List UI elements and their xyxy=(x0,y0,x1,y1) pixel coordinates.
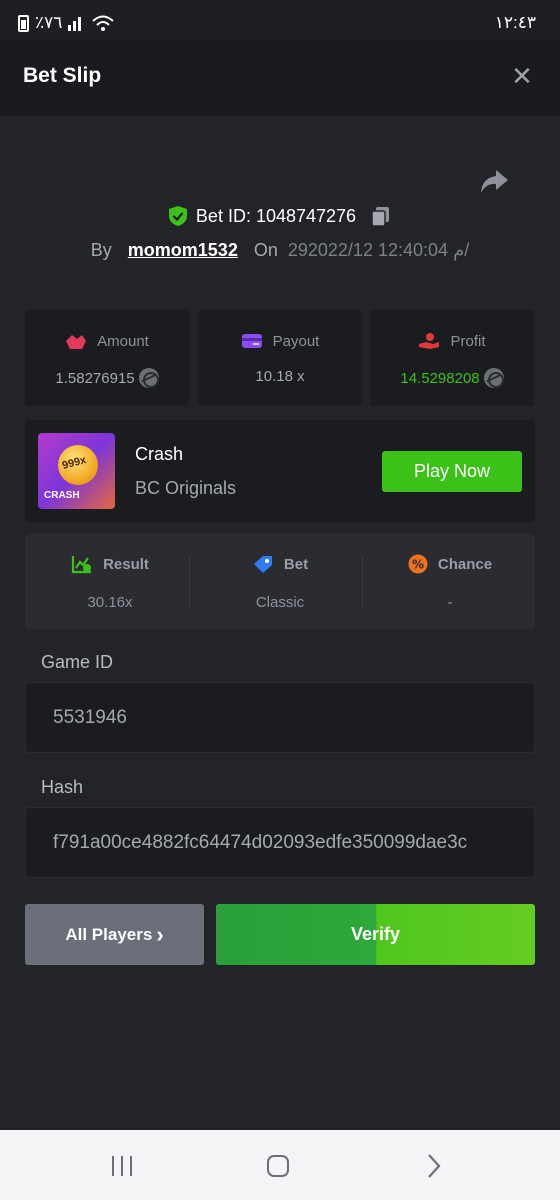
battery-percent: ٪٧٦ xyxy=(35,13,63,32)
info-result: Result 30.16x xyxy=(25,534,195,629)
play-now-button[interactable]: Play Now xyxy=(382,451,522,492)
info-result-value: 30.16x xyxy=(87,594,133,611)
hash-label: Hash xyxy=(41,777,84,797)
stat-payout-value: 10.18 x xyxy=(255,368,305,385)
system-nav-bar xyxy=(0,1130,560,1200)
coin-icon xyxy=(483,368,504,388)
bet-id-row: Bet ID: 1048747276 xyxy=(0,205,560,227)
thumb-multiplier: 999x xyxy=(60,454,88,472)
game-provider: BC Originals xyxy=(135,478,237,498)
status-time: ١٢:٤٣ xyxy=(494,13,536,32)
game-id-label: Game ID xyxy=(41,652,114,672)
recents-icon[interactable] xyxy=(108,1152,136,1180)
back-chevron-icon[interactable] xyxy=(420,1152,448,1180)
crash-ball-graphic: 999x xyxy=(58,445,98,485)
bet-info-card: Result 30.16x Bet Classic % Chance - xyxy=(25,534,535,629)
bet-author-row: By momom1532 On 29م 12:40:04 2022/12/ xyxy=(0,240,560,261)
status-bar: ٪٧٦ ١٢:٤٣ xyxy=(0,0,560,40)
stat-amount: Amount 1.58276915 xyxy=(25,310,189,406)
bet-id: Bet ID: 1048747276 xyxy=(195,205,357,226)
result-chart-icon xyxy=(71,556,92,574)
username-link[interactable]: momom1532 xyxy=(128,240,238,261)
info-bet: Bet Classic xyxy=(195,534,365,629)
game-thumbnail[interactable]: 999x CRASH xyxy=(38,433,115,509)
verified-shield-icon xyxy=(168,206,187,226)
modal-header: Bet Slip ✕ xyxy=(0,40,560,116)
bet-datetime: 29م 12:40:04 2022/12/ xyxy=(287,240,470,260)
divider xyxy=(362,556,363,608)
on-label: On xyxy=(253,240,278,260)
info-result-label: Result xyxy=(103,555,149,573)
close-icon[interactable]: ✕ xyxy=(510,63,534,89)
info-chance-label: Chance xyxy=(437,555,493,573)
chance-percent-icon: % xyxy=(408,554,428,574)
info-chance-value: - xyxy=(447,594,453,611)
signal-icon xyxy=(68,17,82,31)
info-bet-label: Bet xyxy=(283,555,309,573)
stat-amount-label: Amount xyxy=(97,332,149,350)
profit-hand-icon xyxy=(419,333,440,349)
info-bet-value: Classic xyxy=(255,594,305,611)
game-name: Crash xyxy=(135,444,184,464)
battery-icon xyxy=(18,14,29,32)
bet-tag-icon xyxy=(253,556,272,573)
game-card: 999x CRASH Crash BC Originals Play Now xyxy=(25,420,535,522)
amount-icon xyxy=(66,335,87,349)
stat-profit: Profit 14.5298208 xyxy=(370,310,534,406)
payout-card-icon xyxy=(241,334,262,348)
svg-text:%: % xyxy=(412,558,424,572)
stat-profit-label: Profit xyxy=(450,332,486,350)
all-players-button[interactable]: All Players › xyxy=(25,904,204,965)
stat-amount-value: 1.58276915 xyxy=(55,369,135,387)
game-id-field[interactable]: 5531946 xyxy=(25,682,535,753)
wifi-icon xyxy=(92,15,115,31)
divider xyxy=(189,556,190,608)
info-chance: % Chance - xyxy=(365,534,535,629)
all-players-label: All Players xyxy=(65,924,153,944)
share-icon[interactable] xyxy=(478,166,510,196)
stat-payout: Payout 10.18 x xyxy=(198,310,362,406)
thumb-tag: CRASH xyxy=(44,490,80,501)
chevron-right-icon: › xyxy=(156,921,164,947)
by-label: By xyxy=(90,240,112,260)
stat-payout-label: Payout xyxy=(272,332,320,350)
hash-field[interactable]: f791a00ce4882fc64474d02093edfe350099dae3… xyxy=(25,807,535,878)
stat-profit-value: 14.5298208 xyxy=(400,369,480,387)
home-icon[interactable] xyxy=(264,1152,292,1180)
page-title: Bet Slip xyxy=(23,64,102,87)
copy-icon[interactable] xyxy=(370,205,392,227)
verify-button[interactable]: Verify xyxy=(216,904,535,965)
coin-icon xyxy=(138,368,159,388)
status-left: ٪٧٦ xyxy=(18,13,115,33)
